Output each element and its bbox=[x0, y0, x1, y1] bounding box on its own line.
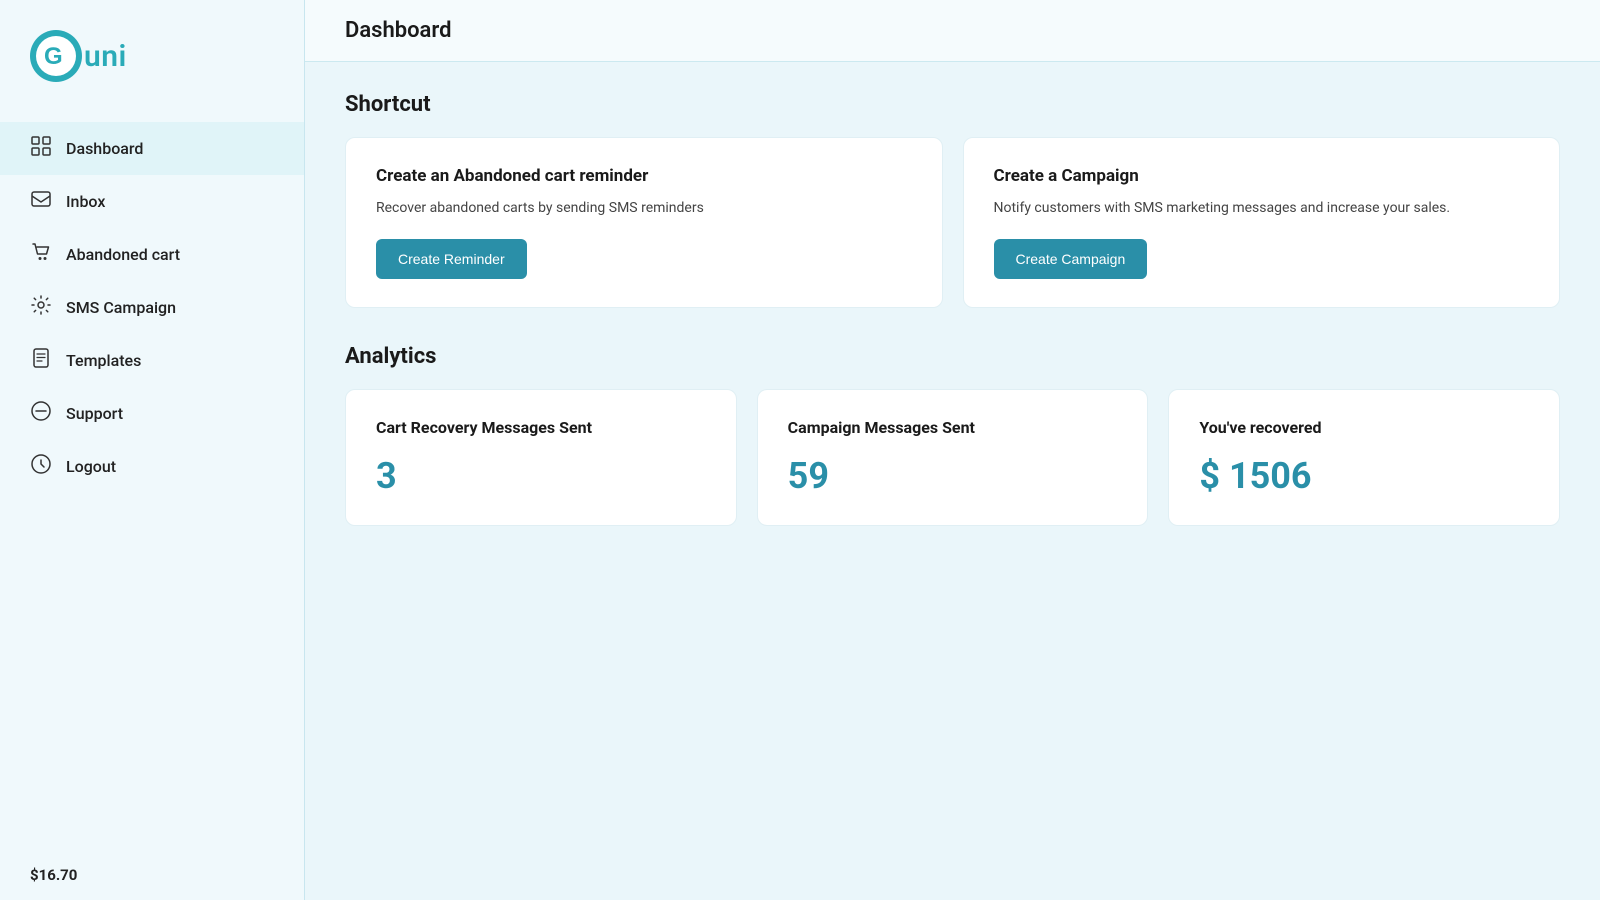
analytics-section: Analytics Cart Recovery Messages Sent 3 … bbox=[345, 344, 1560, 526]
analytics-card-recovered: You've recovered $ 1506 bbox=[1168, 389, 1560, 526]
shortcut-card-campaign-title: Create a Campaign bbox=[994, 166, 1530, 186]
analytics-section-title: Analytics bbox=[345, 344, 1560, 369]
analytics-card-campaign-messages: Campaign Messages Sent 59 bbox=[757, 389, 1149, 526]
plan-badge: $16.70 bbox=[0, 850, 304, 900]
analytics-cards: Cart Recovery Messages Sent 3 Campaign M… bbox=[345, 389, 1560, 526]
sidebar-item-logout-label: Logout bbox=[66, 457, 116, 476]
shortcut-card-campaign-desc: Notify customers with SMS marketing mess… bbox=[994, 198, 1530, 219]
main-content: Dashboard Shortcut Create an Abandoned c… bbox=[305, 0, 1600, 900]
sidebar-item-dashboard[interactable]: Dashboard bbox=[0, 122, 304, 175]
support-icon bbox=[30, 401, 52, 426]
create-reminder-button[interactable]: Create Reminder bbox=[376, 239, 527, 279]
page-title: Dashboard bbox=[345, 18, 1560, 43]
analytics-campaign-messages-label: Campaign Messages Sent bbox=[788, 418, 1118, 437]
shortcut-card-abandoned-cart: Create an Abandoned cart reminder Recove… bbox=[345, 137, 943, 308]
sidebar-item-logout[interactable]: Logout bbox=[0, 440, 304, 493]
sidebar-item-sms-campaign-label: SMS Campaign bbox=[66, 298, 176, 317]
sidebar-item-inbox-label: Inbox bbox=[66, 192, 105, 211]
page-header: Dashboard bbox=[305, 0, 1600, 62]
svg-text:G: G bbox=[44, 43, 63, 70]
nav-menu: Dashboard Inbox Abandoned cart bbox=[0, 102, 304, 850]
create-campaign-button[interactable]: Create Campaign bbox=[994, 239, 1148, 279]
analytics-recovered-label: You've recovered bbox=[1199, 418, 1529, 437]
logo-text: uni bbox=[84, 39, 127, 74]
inbox-icon bbox=[30, 189, 52, 214]
shortcut-card-abandoned-cart-desc: Recover abandoned carts by sending SMS r… bbox=[376, 198, 912, 219]
shortcut-card-abandoned-cart-title: Create an Abandoned cart reminder bbox=[376, 166, 912, 186]
doc-icon bbox=[30, 348, 52, 373]
sidebar-item-inbox[interactable]: Inbox bbox=[0, 175, 304, 228]
analytics-card-cart-recovery: Cart Recovery Messages Sent 3 bbox=[345, 389, 737, 526]
grid-icon bbox=[30, 136, 52, 161]
logo-area: G uni bbox=[0, 0, 304, 102]
shortcut-card-campaign: Create a Campaign Notify customers with … bbox=[963, 137, 1561, 308]
shortcut-section-title: Shortcut bbox=[345, 92, 1560, 117]
logout-icon bbox=[30, 454, 52, 479]
sidebar-item-dashboard-label: Dashboard bbox=[66, 139, 143, 158]
sidebar-item-support[interactable]: Support bbox=[0, 387, 304, 440]
sidebar-item-sms-campaign[interactable]: SMS Campaign bbox=[0, 281, 304, 334]
sidebar-item-abandoned-cart[interactable]: Abandoned cart bbox=[0, 228, 304, 281]
sidebar-item-templates-label: Templates bbox=[66, 351, 141, 370]
content-area: Shortcut Create an Abandoned cart remind… bbox=[305, 62, 1600, 900]
gear-icon bbox=[30, 295, 52, 320]
logo-icon: G bbox=[30, 30, 82, 82]
sidebar-item-templates[interactable]: Templates bbox=[0, 334, 304, 387]
shortcut-cards: Create an Abandoned cart reminder Recove… bbox=[345, 137, 1560, 308]
sidebar-item-support-label: Support bbox=[66, 404, 123, 423]
sidebar: G uni Dashboard bbox=[0, 0, 305, 900]
analytics-cart-recovery-label: Cart Recovery Messages Sent bbox=[376, 418, 706, 437]
shortcut-section: Shortcut Create an Abandoned cart remind… bbox=[345, 92, 1560, 308]
analytics-campaign-messages-value: 59 bbox=[788, 455, 1118, 497]
sidebar-item-abandoned-cart-label: Abandoned cart bbox=[66, 245, 180, 264]
analytics-cart-recovery-value: 3 bbox=[376, 455, 706, 497]
analytics-recovered-value: $ 1506 bbox=[1199, 455, 1529, 497]
cart-icon bbox=[30, 242, 52, 267]
